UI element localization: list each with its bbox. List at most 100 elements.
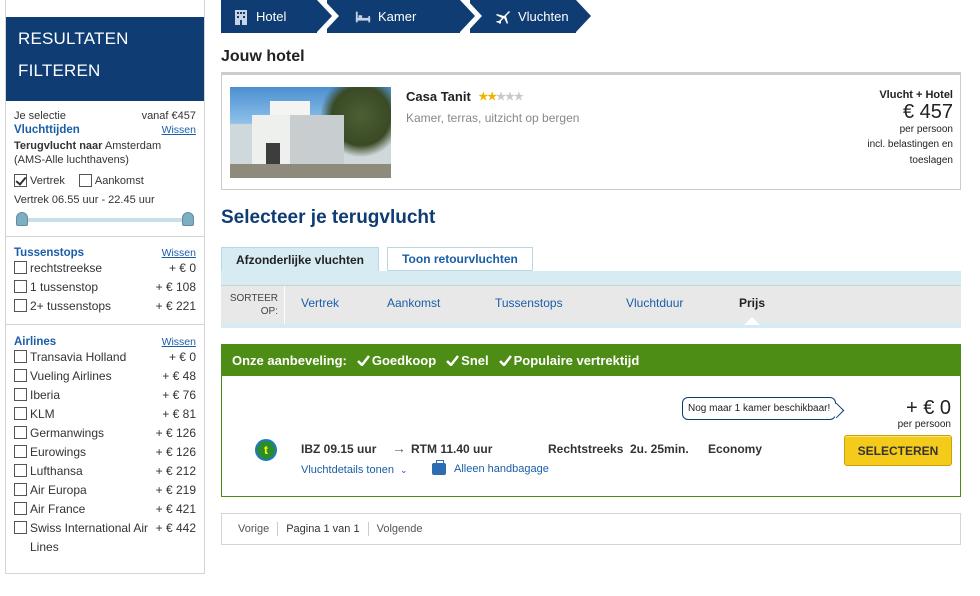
baggage-info: Alleen handbagage: [432, 460, 549, 475]
pager-next[interactable]: Volgende: [377, 523, 423, 535]
arrival-info: RTM 11.40 uur: [411, 442, 493, 456]
sort-price[interactable]: Prijs: [739, 296, 766, 325]
availability-tooltip: Nog maar 1 kamer beschikbaar!: [682, 397, 837, 420]
tab-separate-flights[interactable]: Afzonderlijke vluchten: [221, 247, 379, 271]
step-room-label: Kamer: [378, 9, 417, 24]
hotel-description: Kamer, terras, uitzicht op bergen: [406, 111, 580, 125]
airline-checkbox[interactable]: [14, 521, 27, 534]
airline-checkbox[interactable]: [14, 464, 27, 477]
stops-checkbox[interactable]: [14, 299, 27, 312]
stops-checkbox[interactable]: [14, 280, 27, 293]
package-tax-note-2: toeslagen: [909, 155, 953, 166]
stops-option[interactable]: rechtstreekse + € 0: [14, 259, 196, 278]
hotel-name[interactable]: Casa Tanit: [406, 89, 471, 104]
airline-label: Germanwings: [30, 426, 105, 440]
pagination: Vorige Pagina 1 van 1 Volgende: [221, 513, 961, 545]
airline-option[interactable]: Germanwings + € 126: [14, 424, 196, 443]
airline-label: Swiss International Air Lines: [30, 521, 149, 554]
tag-fast: Snel: [446, 353, 489, 368]
airline-option[interactable]: Iberia + € 76: [14, 386, 196, 405]
time-range-text: Vertrek 06.55 uur - 22.45 uur: [14, 194, 155, 206]
sort-price-label: Prijs: [739, 296, 766, 310]
check-icon: [498, 355, 512, 366]
bed-icon: [355, 9, 371, 25]
step-flights[interactable]: Vluchten: [467, 0, 591, 33]
airlines-section: Airlines Wissen Transavia Holland + € 0 Vu…: [6, 325, 204, 565]
airline-label: Vueling Airlines: [30, 369, 112, 383]
package-price-label: Vlucht + Hotel: [879, 89, 953, 101]
airline-option[interactable]: Transavia Holland + € 0: [14, 348, 196, 367]
airlines-list: Transavia Holland + € 0 Vueling Airlines + …: [14, 348, 196, 557]
flight-times-title: Vluchttijden: [14, 124, 80, 136]
flight-times-header: Vluchttijden Wissen: [14, 124, 196, 136]
airline-checkbox[interactable]: [14, 388, 27, 401]
airline-price: + € 442: [155, 521, 196, 535]
step-hotel[interactable]: Hotel: [221, 0, 332, 33]
airline-checkbox[interactable]: [14, 445, 27, 458]
star-icons-filled: ★★: [478, 91, 497, 103]
airline-option[interactable]: Eurowings + € 126: [14, 443, 196, 462]
stops-option[interactable]: 2+ tussenstops + € 221: [14, 297, 196, 316]
slider-handle-start[interactable]: [16, 212, 28, 226]
cabin-info: Economy: [708, 442, 763, 456]
airline-option[interactable]: Air France + € 421: [14, 500, 196, 519]
airline-option[interactable]: Swiss International Air Lines + € 442: [14, 519, 196, 557]
stops-list: rechtstreekse + € 0 1 tussenstop + € 108 2+ …: [14, 259, 196, 316]
flight-price: + € 0: [905, 397, 951, 419]
select-flight-button[interactable]: SELECTEREN: [844, 435, 952, 466]
departure-checkbox[interactable]: [14, 174, 27, 187]
airline-price: + € 81: [162, 407, 196, 421]
selection-price: vanaf €457: [141, 110, 196, 122]
airline-checkbox[interactable]: [14, 350, 27, 363]
flight-details-link[interactable]: Vluchtdetails tonen ⌄: [301, 464, 408, 476]
slider-handle-end[interactable]: [182, 212, 194, 226]
airline-label: Lufthansa: [30, 464, 83, 478]
stops-reset-link[interactable]: Wissen: [162, 247, 196, 259]
arrival-checkbox[interactable]: [78, 174, 92, 187]
step-room[interactable]: Kamer: [324, 0, 475, 33]
time-range-slider[interactable]: [16, 212, 194, 226]
stops-option[interactable]: 1 tussenstop + € 108: [14, 278, 196, 297]
airline-checkbox[interactable]: [14, 483, 27, 496]
stops-header: Tussenstops Wissen: [14, 247, 196, 259]
flight-tabs: Afzonderlijke vluchten Toon retourvlucht…: [221, 247, 961, 271]
flight-per-person: per persoon: [897, 419, 951, 430]
stops-price: + € 0: [168, 261, 196, 275]
stops-checkbox[interactable]: [14, 261, 27, 274]
airline-checkbox[interactable]: [14, 407, 27, 420]
pager-prev[interactable]: Vorige: [238, 523, 269, 535]
sort-label: SORTEER OP:: [221, 286, 285, 324]
airline-checkbox[interactable]: [14, 369, 27, 382]
pager-current: Pagina 1 van 1: [286, 523, 360, 535]
duration-info: 2u. 25min.: [630, 442, 689, 456]
sort-arrival[interactable]: Aankomst: [387, 296, 440, 310]
airline-price: + € 219: [155, 483, 196, 497]
airline-option[interactable]: KLM + € 81: [14, 405, 196, 424]
airline-price: + € 212: [155, 464, 196, 478]
airline-option[interactable]: Air Europa + € 219: [14, 481, 196, 500]
sort-departure[interactable]: Vertrek: [301, 296, 339, 310]
step-flights-label: Vluchten: [518, 9, 569, 24]
arrival-label: Aankomst: [94, 174, 144, 187]
flight-times-reset-link[interactable]: Wissen: [162, 124, 196, 136]
sort-stops[interactable]: Tussenstops: [495, 296, 563, 310]
check-icon: [446, 355, 460, 366]
suitcase-icon: [432, 460, 446, 475]
airline-option[interactable]: Lufthansa + € 212: [14, 462, 196, 481]
building-icon: [233, 9, 249, 25]
time-type-options: Vertrek Aankomst: [14, 174, 196, 187]
airline-price: + € 126: [155, 426, 196, 440]
airline-checkbox[interactable]: [14, 426, 27, 439]
airline-price: + € 48: [162, 369, 196, 383]
airlines-reset-link[interactable]: Wissen: [162, 336, 196, 348]
hotel-photo[interactable]: [230, 87, 391, 178]
airline-option[interactable]: Vueling Airlines + € 48: [14, 367, 196, 386]
stops-label: 2+ tussenstops: [30, 299, 112, 313]
check-icon: [356, 355, 370, 366]
star-rating: ★★★★★: [478, 90, 523, 103]
airline-checkbox[interactable]: [14, 502, 27, 515]
stops-title: Tussenstops: [14, 247, 85, 259]
package-tax-note-1: incl. belastingen en: [867, 139, 953, 150]
tab-return-flights[interactable]: Toon retourvluchten: [387, 247, 533, 271]
sort-duration[interactable]: Vluchtduur: [626, 296, 683, 310]
